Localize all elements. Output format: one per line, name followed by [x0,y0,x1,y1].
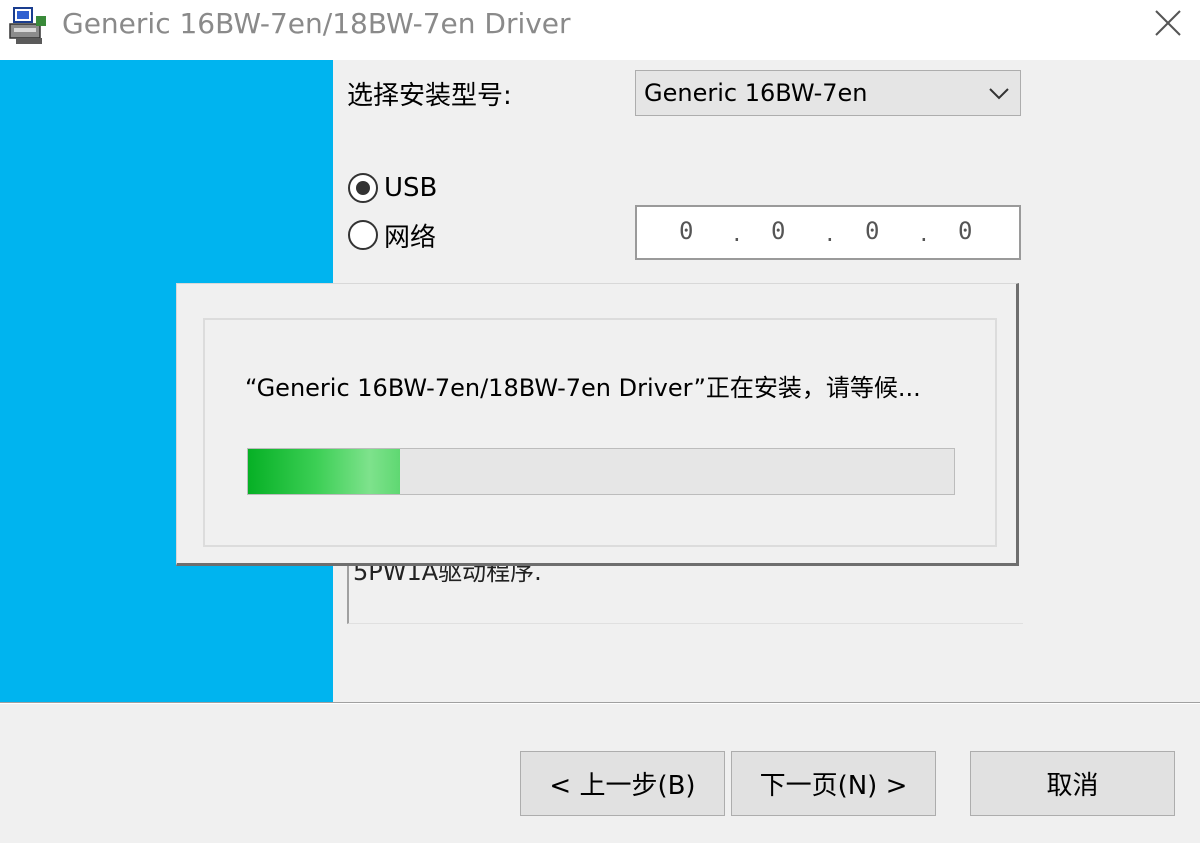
progress-panel: “Generic 16BW-7en/18BW-7en Driver”正在安装，请… [203,318,997,547]
footer-separator [0,702,1200,704]
model-label: 选择安装型号: [347,81,512,111]
ip-separator: . [826,219,834,247]
ip-separator: . [733,219,741,247]
ip-separator: . [920,219,928,247]
radio-usb-circle[interactable] [348,173,378,203]
radio-network-label: 网络 [384,222,437,253]
model-select-value: Generic 16BW-7en [644,79,868,107]
ip-octet-2[interactable]: 0 [771,207,785,255]
progress-bar [247,448,955,495]
title-bar: Generic 16BW-7en/18BW-7en Driver [0,0,1200,60]
radio-usb-label: USB [384,173,438,203]
chevron-down-icon [989,88,1009,100]
next-button[interactable]: 下一页(N) > [731,751,936,816]
install-status-message: “Generic 16BW-7en/18BW-7en Driver”正在安装，请… [245,374,921,402]
cancel-button[interactable]: 取消 [970,751,1175,816]
radio-usb[interactable]: USB [348,168,437,208]
install-progress-dialog: “Generic 16BW-7en/18BW-7en Driver”正在安装，请… [176,283,1019,566]
close-icon [1155,10,1181,36]
ip-octet-3[interactable]: 0 [865,207,879,255]
model-select[interactable]: Generic 16BW-7en [635,70,1021,116]
ip-address-field[interactable]: 0 . 0 . 0 . 0 [635,205,1021,260]
ip-octet-1[interactable]: 0 [679,207,693,255]
radio-network[interactable]: 网络 [348,215,436,255]
ip-octet-4[interactable]: 0 [958,207,972,255]
back-button[interactable]: < 上一步(B) [520,751,725,816]
close-button[interactable] [1136,0,1200,46]
printer-installer-icon [9,7,46,44]
radio-network-circle[interactable] [348,220,378,250]
window-title: Generic 16BW-7en/18BW-7en Driver [62,7,571,40]
progress-bar-fill [248,449,400,494]
